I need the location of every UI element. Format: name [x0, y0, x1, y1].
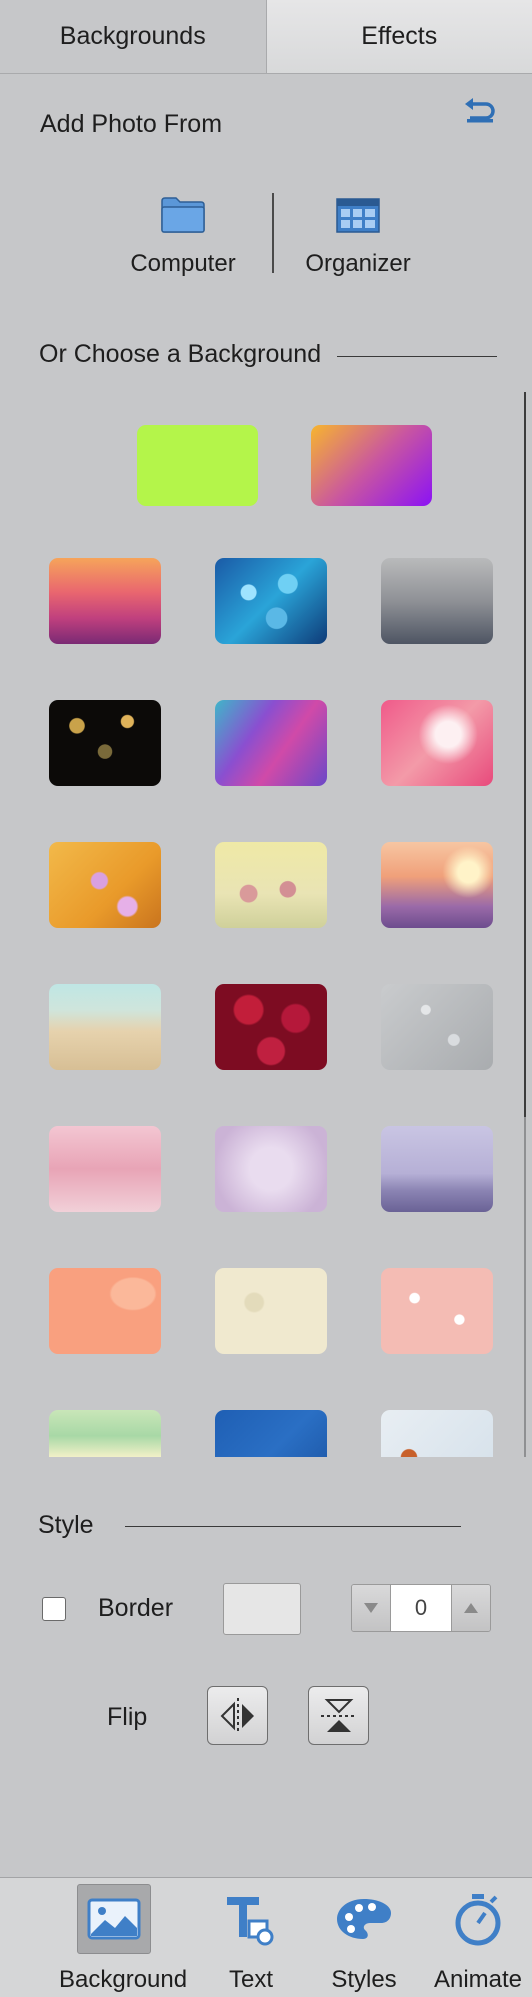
section-divider [337, 356, 497, 357]
stopwatch-icon [441, 1884, 515, 1954]
computer-label: Computer [130, 250, 236, 277]
tab-backgrounds[interactable]: Backgrounds [0, 0, 267, 73]
background-grid[interactable] [0, 392, 532, 1457]
thumb-cream-seashells[interactable] [215, 1268, 327, 1354]
thumb-pink-orange-waves[interactable] [49, 558, 161, 644]
add-photo-title: Add Photo From [40, 110, 223, 138]
background-scrollbar[interactable] [524, 392, 532, 1457]
thumb-lilac-handwriting[interactable] [215, 1126, 327, 1212]
toolbar-text-label: Text [228, 1966, 273, 1993]
thumb-pink-watercolor[interactable] [381, 700, 493, 786]
organizer-button[interactable]: Organizer [302, 196, 414, 278]
reset-icon[interactable] [462, 95, 496, 125]
thumb-red-roses[interactable] [215, 984, 327, 1070]
flip-vertical-icon [320, 1698, 357, 1732]
flip-horizontal-button[interactable] [207, 1686, 268, 1745]
thumb-dark-bokeh-lights[interactable] [49, 700, 161, 786]
thumb-water-droplets[interactable] [381, 984, 493, 1070]
toolbar-background[interactable]: Background [59, 1884, 188, 1994]
folder-icon [161, 197, 205, 233]
triangle-up-icon [464, 1603, 478, 1613]
thumb-starfish-beach[interactable] [49, 984, 161, 1070]
border-width-stepper[interactable]: 0 [351, 1584, 491, 1632]
thumb-lavender-field-sunset[interactable] [381, 842, 493, 928]
thumb-purple-polygon[interactable] [215, 700, 327, 786]
bottom-toolbar: Background Text Styles Animate [0, 1877, 532, 1997]
border-label: Border [98, 1594, 174, 1622]
toolbar-animate-label: Animate [433, 1966, 523, 1993]
computer-button[interactable]: Computer [128, 196, 238, 278]
triangle-down-icon [364, 1603, 378, 1613]
palette-icon [327, 1884, 401, 1954]
border-checkbox[interactable] [42, 1597, 66, 1621]
organizer-grid-icon [336, 198, 380, 233]
toolbar-text[interactable]: Text [196, 1884, 306, 1994]
thumb-foggy-forest[interactable] [381, 558, 493, 644]
flip-vertical-button[interactable] [308, 1686, 369, 1745]
toolbar-styles-label: Styles [331, 1966, 397, 1993]
scrollbar-thumb[interactable] [524, 392, 526, 1117]
style-title: Style [38, 1511, 94, 1539]
border-width-value[interactable]: 0 [390, 1585, 452, 1631]
thumb-orchid-flowers-yellow[interactable] [49, 842, 161, 928]
text-tool-icon [214, 1884, 288, 1954]
flip-label: Flip [107, 1703, 148, 1731]
tab-bar: Backgrounds Effects [0, 0, 532, 74]
thumb-peach-leaves[interactable] [49, 1268, 161, 1354]
background-image-icon [77, 1884, 151, 1954]
increment-button[interactable] [452, 1585, 490, 1631]
toolbar-animate[interactable]: Animate [423, 1884, 532, 1994]
thumb-purple-pine-trees[interactable] [381, 1126, 493, 1212]
decrement-button[interactable] [352, 1585, 390, 1631]
style-divider [125, 1526, 461, 1527]
thumb-cosmos-flowers[interactable] [215, 842, 327, 928]
border-color-swatch[interactable] [223, 1583, 301, 1635]
swatch-lime[interactable] [137, 425, 258, 506]
toolbar-styles[interactable]: Styles [309, 1884, 419, 1994]
thumb-blue-bokeh[interactable] [215, 558, 327, 644]
thumb-autumn-leaves[interactable] [381, 1410, 493, 1457]
flip-horizontal-icon [220, 1697, 254, 1734]
swatch-orange-purple-gradient[interactable] [311, 425, 432, 506]
source-divider [272, 193, 274, 273]
thumb-pink-glitter[interactable] [49, 1126, 161, 1212]
toolbar-background-label: Background [59, 1966, 188, 1993]
tab-effects[interactable]: Effects [266, 0, 532, 73]
thumb-pink-floral-pattern[interactable] [381, 1268, 493, 1354]
organizer-label: Organizer [305, 250, 411, 277]
thumb-green-leaves[interactable] [49, 1410, 161, 1457]
choose-background-title: Or Choose a Background [39, 340, 322, 368]
thumb-blue-airplanes[interactable] [215, 1410, 327, 1457]
